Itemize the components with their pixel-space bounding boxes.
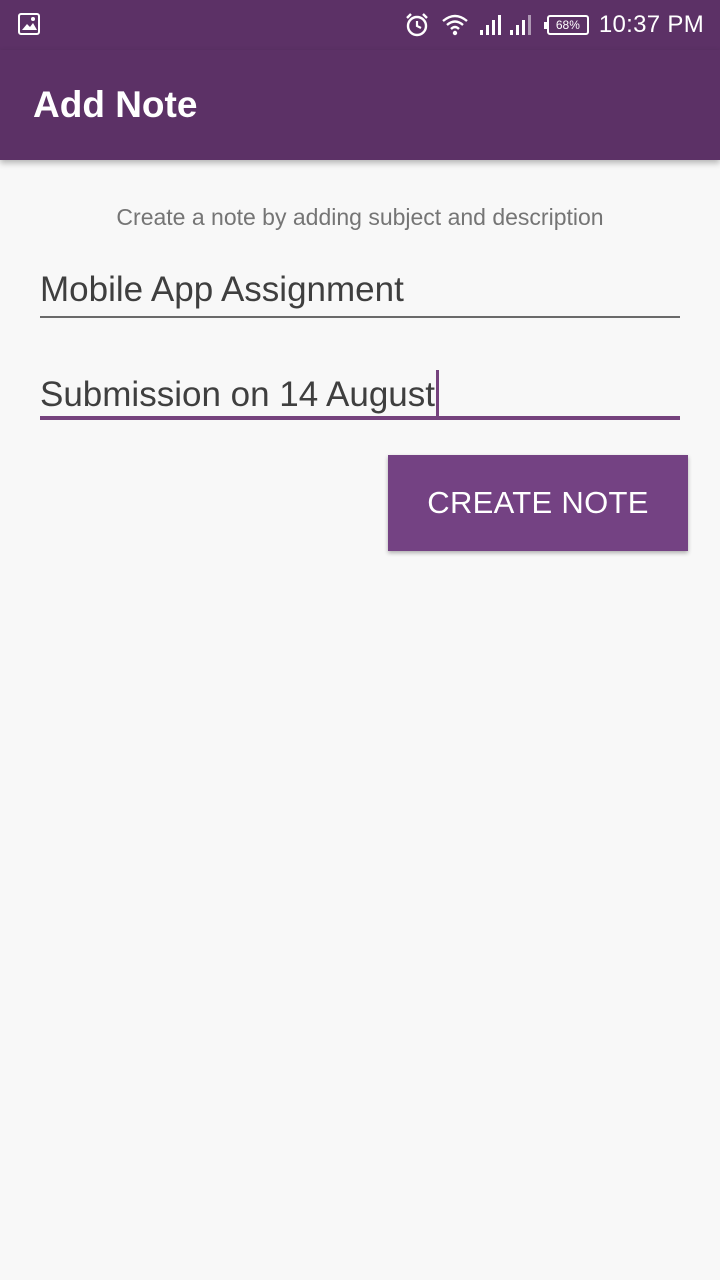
create-note-button[interactable]: CREATE NOTE [388, 455, 688, 551]
signal-icon [509, 14, 535, 36]
page-title: Add Note [33, 84, 198, 125]
description-value: Submission on 14 August [40, 375, 435, 414]
instructions-text: Create a note by adding subject and desc… [116, 204, 604, 230]
status-time: 10:37 PM [598, 11, 704, 38]
description-field[interactable]: Submission on 14 August [40, 362, 680, 422]
status-bar: 68% 10:37 PM [0, 0, 720, 50]
subject-input-text[interactable]: Mobile App Assignment [40, 270, 404, 310]
text-cursor [435, 370, 439, 420]
signal-icon [479, 14, 505, 36]
subject-underline [40, 316, 680, 318]
image-icon [17, 12, 41, 36]
description-input-text[interactable]: Submission on 14 August [40, 370, 439, 420]
description-underline [40, 416, 680, 420]
app-bar: Add Note [0, 50, 720, 160]
alarm-icon [403, 11, 431, 39]
wifi-icon [441, 13, 469, 37]
battery-indicator: 68% [543, 15, 589, 35]
subject-field[interactable]: Mobile App Assignment [40, 262, 680, 322]
